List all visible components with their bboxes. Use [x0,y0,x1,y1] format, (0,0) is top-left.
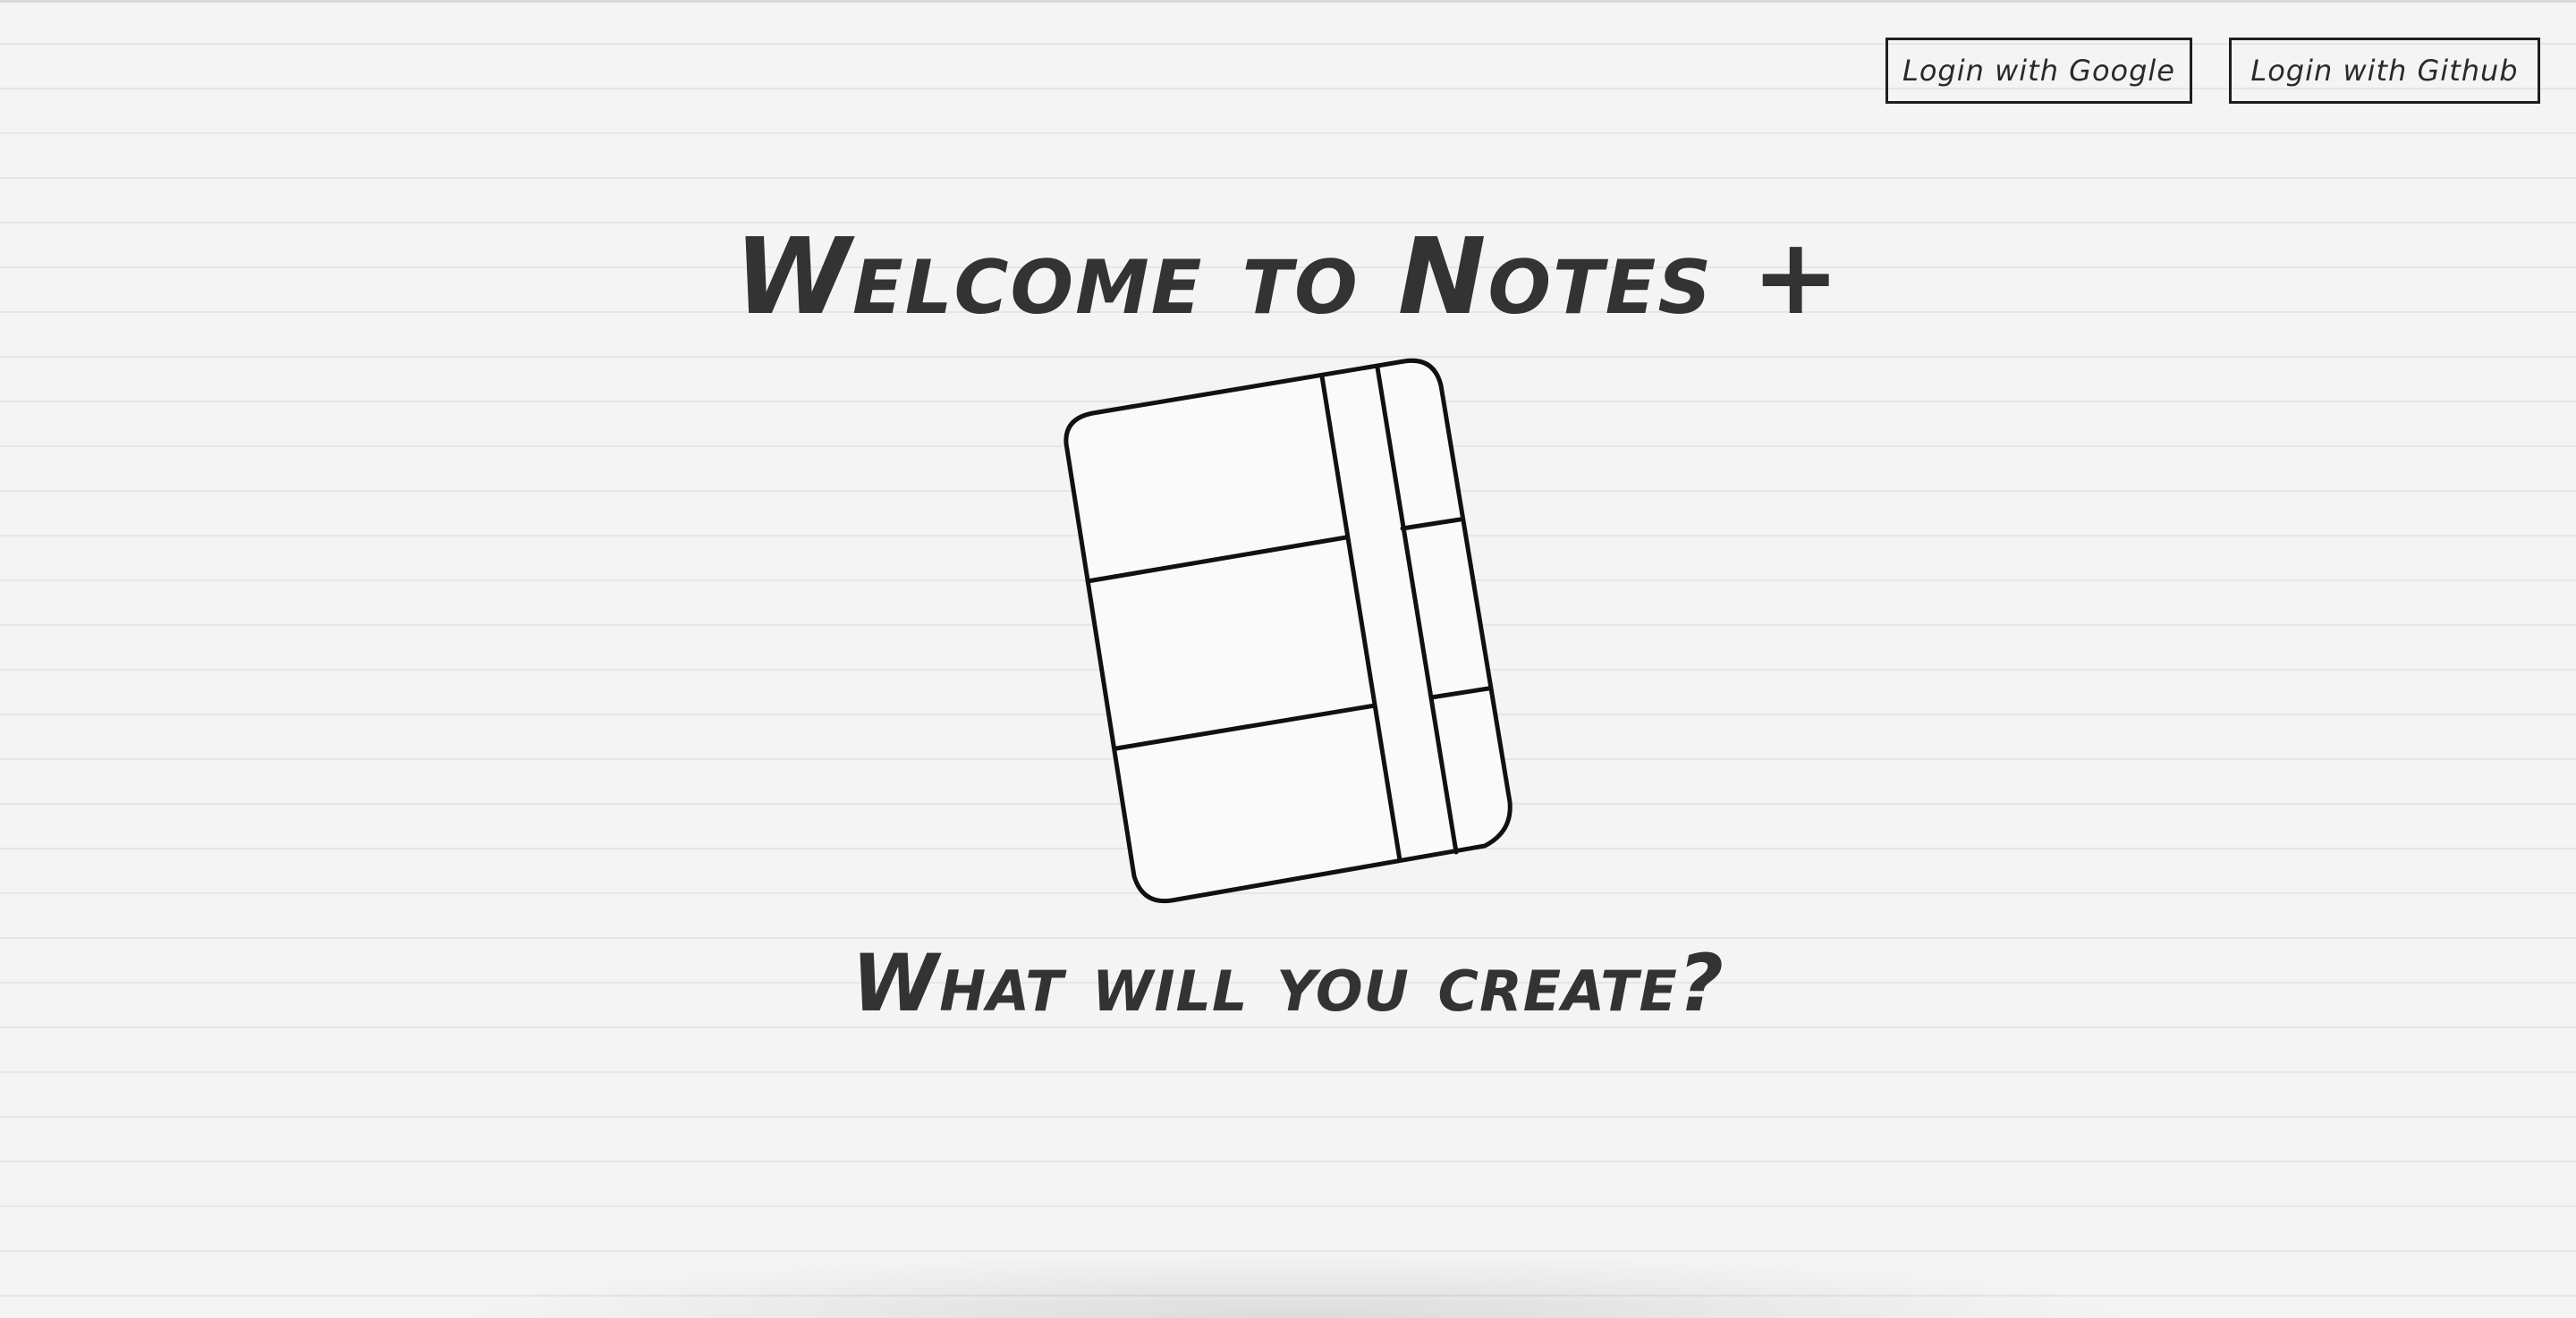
login-github-button[interactable]: Login with Github [2229,38,2540,104]
bottom-shadow [447,1252,2147,1318]
notebook-icon [1063,358,1513,904]
page-title: Welcome to Notes + [733,215,1843,338]
login-google-button[interactable]: Login with Google [1885,38,2192,104]
tagline: What will you create? [852,937,1724,1029]
notebook-cover-outline [1063,358,1513,904]
top-border [0,0,2576,3]
